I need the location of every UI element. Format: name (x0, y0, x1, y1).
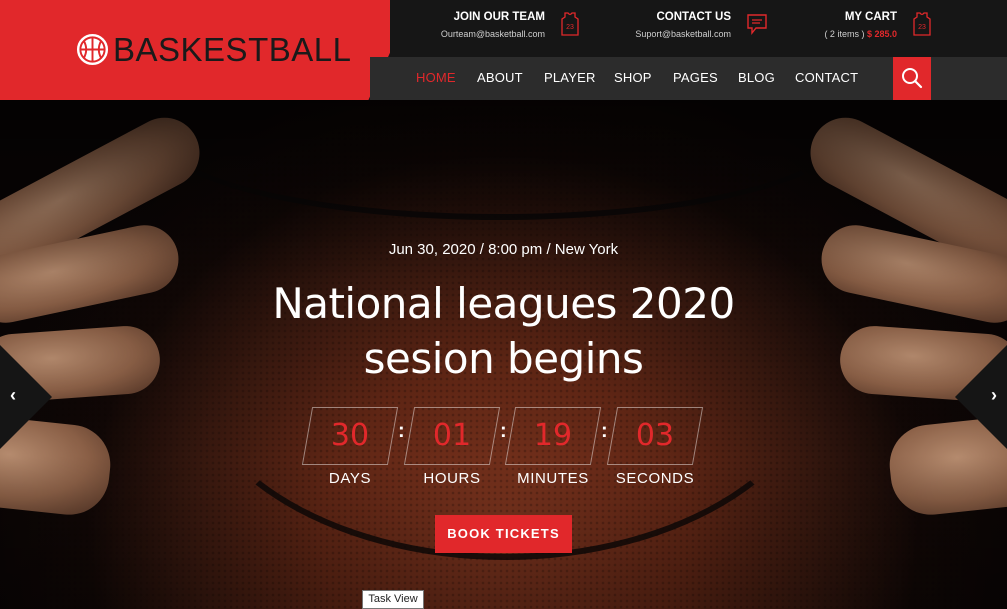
countdown-seconds-label: SECONDS (615, 470, 695, 487)
contact-info[interactable]: CONTACT US Suport@basketball.com (616, 10, 731, 43)
chevron-right-icon: › (991, 385, 997, 405)
nav-shop[interactable]: SHOP (614, 70, 652, 85)
cart-info[interactable]: MY CART ( 2 items ) $ 285.0 (800, 10, 897, 43)
cart-jersey-icon[interactable]: 23 (912, 12, 932, 36)
svg-text:23: 23 (566, 24, 574, 31)
contact-email: Suport@basketball.com (635, 29, 731, 39)
event-date: Jun 30, 2020 / 8:00 pm / New York (388, 241, 619, 258)
countdown-days: 30 (301, 407, 399, 465)
nav-home[interactable]: HOME (416, 70, 456, 85)
countdown-hours-label: HOURS (423, 470, 481, 487)
site-logo[interactable]: BASKESTBALL (76, 33, 351, 66)
countdown-days-value: 30 (330, 418, 370, 453)
jersey-icon: 23 (561, 12, 579, 36)
search-icon (902, 68, 923, 89)
countdown-minutes-value: 19 (533, 418, 573, 453)
join-team-info[interactable]: JOIN OUR TEAM Ourteam@basketball.com (430, 10, 545, 43)
hero-title-line1: National leagues 2020 (272, 279, 735, 328)
countdown-separator: : (601, 420, 608, 442)
countdown-seconds: 03 (606, 407, 704, 465)
countdown-separator: : (500, 420, 507, 442)
chevron-left-icon: ‹ (10, 385, 16, 405)
chat-icon (747, 14, 767, 35)
nav-contact[interactable]: CONTACT (795, 70, 858, 85)
nav-pages[interactable]: PAGES (673, 70, 718, 85)
hero-title: National leagues 2020 sesion begins (0, 276, 1007, 386)
basketball-icon (76, 33, 109, 66)
cart-summary: ( 2 items ) $ 285.0 (800, 25, 897, 43)
cart-items: ( 2 items ) (824, 29, 865, 39)
hero-title-line2: sesion begins (363, 334, 644, 383)
countdown-seconds-value: 03 (635, 418, 675, 453)
nav-player[interactable]: PLAYER (544, 70, 596, 85)
countdown-minutes-label: MINUTES (517, 470, 589, 487)
site-header: BASKESTBALL JOIN OUR TEAM Ourteam@basket… (0, 0, 1007, 100)
countdown-hours-value: 01 (432, 418, 472, 453)
cart-price: $ 285.0 (866, 29, 897, 39)
cart-title: MY CART (844, 11, 897, 23)
countdown-days-label: DAYS (328, 470, 372, 487)
search-button[interactable] (893, 57, 931, 100)
book-tickets-button[interactable]: BOOK TICKETS (435, 515, 572, 553)
contact-title: CONTACT US (656, 11, 731, 23)
svg-text:23: 23 (918, 24, 926, 31)
countdown-separator: : (398, 420, 405, 442)
hero-slider: Jun 30, 2020 / 8:00 pm / New York Nation… (0, 100, 1007, 609)
countdown-hours: 01 (403, 407, 501, 465)
task-view-tooltip: Task View (362, 590, 424, 609)
countdown-minutes: 19 (504, 407, 602, 465)
join-team-email: Ourteam@basketball.com (440, 29, 545, 39)
nav-blog[interactable]: BLOG (738, 70, 775, 85)
logo-text: BASKESTBALL (113, 31, 352, 68)
join-team-title: JOIN OUR TEAM (453, 11, 545, 23)
nav-about[interactable]: ABOUT (477, 70, 523, 85)
